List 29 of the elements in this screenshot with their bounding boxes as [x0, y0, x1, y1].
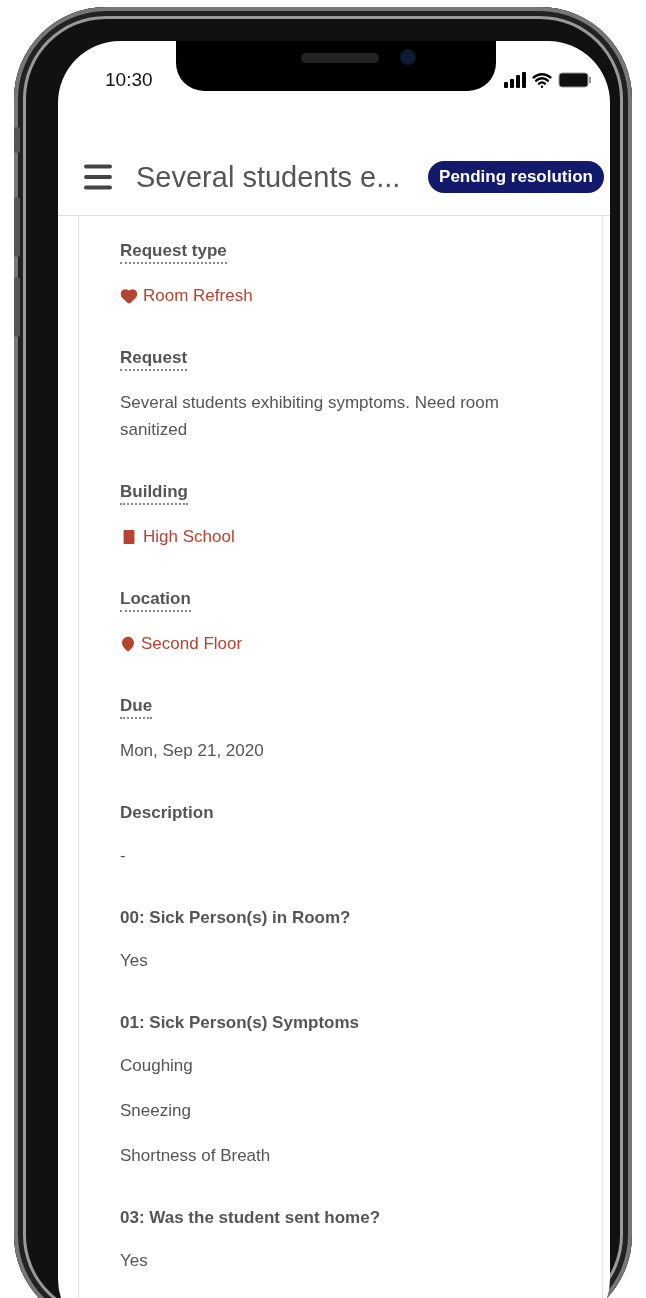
status-badge: Pending resolution: [428, 161, 604, 193]
field-label: Location: [120, 588, 191, 612]
wifi-icon: [532, 70, 552, 90]
field-value: Yes: [120, 1250, 148, 1272]
field-value: Sneezing: [120, 1100, 191, 1122]
field-label: Request: [120, 347, 188, 371]
building-icon: [120, 527, 138, 546]
field-value-link[interactable]: Room Refresh: [120, 282, 253, 309]
field-label: Description: [120, 802, 214, 824]
field-label: Request type: [120, 240, 227, 264]
map-pin-icon: [120, 635, 136, 652]
signal-icon: [504, 72, 526, 88]
field-value-link[interactable]: High School: [120, 523, 235, 550]
field-label: 00: Sick Person(s) in Room?: [120, 907, 351, 929]
field-value: -: [120, 845, 126, 867]
field-value-link[interactable]: Second Floor: [120, 630, 243, 657]
page-title: Several students e...: [136, 160, 402, 194]
field-value: Yes: [120, 950, 148, 972]
field-value: Mon, Sep 21, 2020: [120, 740, 264, 762]
field-label: 03: Was the student sent home?: [120, 1207, 381, 1229]
status-time: 10:30: [105, 69, 153, 91]
field-value: Shortness of Breath: [120, 1145, 271, 1167]
field-label: Due: [120, 695, 153, 719]
field-value: Several students exhibiting symptoms. Need room sanitized: [120, 392, 500, 441]
battery-icon: [558, 72, 592, 88]
heart-icon: [120, 286, 138, 305]
field-label: Building: [120, 481, 188, 505]
field-value: Coughing: [120, 1055, 193, 1077]
field-label: 01: Sick Person(s) Symptoms: [120, 1012, 360, 1034]
